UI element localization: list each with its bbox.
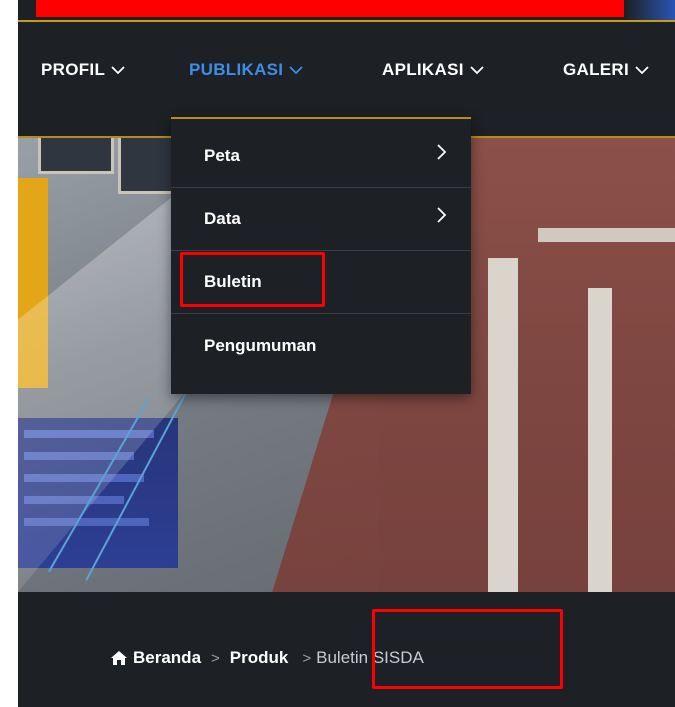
annotation-buletin-highlight — [180, 252, 325, 307]
dropdown-item-pengumuman[interactable]: Pengumuman — [171, 314, 471, 377]
chevron-down-icon — [635, 64, 649, 76]
breadcrumb-beranda[interactable]: Beranda — [133, 648, 201, 668]
nav-item-label: PROFIL — [41, 60, 106, 79]
breadcrumb-separator: > — [302, 649, 312, 667]
annotation-breadcrumb-highlight — [372, 609, 563, 689]
hero-ledge — [538, 228, 675, 242]
nav-item-label: PUBLIKASI — [189, 60, 284, 79]
dropdown-item-label: Data — [204, 209, 241, 228]
dropdown-item-peta[interactable]: Peta — [171, 125, 471, 188]
breadcrumb-separator: > — [211, 649, 220, 667]
nav-item-publikasi[interactable]: PUBLIKASI — [189, 60, 303, 80]
nav-item-aplikasi[interactable]: APLIKASI — [382, 60, 484, 80]
nav-item-profil[interactable]: PROFIL — [41, 60, 125, 80]
dropdown-item-label: Pengumuman — [204, 335, 317, 355]
hero-pillar — [588, 288, 612, 592]
hero-window — [38, 138, 114, 174]
chevron-right-icon — [435, 143, 447, 161]
chevron-down-icon — [111, 64, 125, 76]
chevron-down-icon — [289, 64, 303, 76]
chevron-right-icon — [435, 206, 447, 224]
chevron-down-icon — [470, 64, 484, 76]
annotation-top-bar — [36, 0, 624, 17]
breadcrumb-produk[interactable]: Produk — [230, 648, 289, 668]
home-icon[interactable] — [110, 650, 128, 666]
nav-item-label: APLIKASI — [382, 60, 464, 79]
nav-item-galeri[interactable]: GALERI — [563, 60, 649, 80]
nav-item-label: GALERI — [563, 60, 630, 79]
breadcrumb: Beranda > Produk > Buletin SISDA — [18, 592, 675, 707]
hero-pillar — [488, 258, 518, 592]
dropdown-item-label: Peta — [204, 146, 240, 165]
page: PROFIL PUBLIKASI APLIKASI GALERI Peta Da… — [0, 0, 675, 707]
dropdown-item-data[interactable]: Data — [171, 188, 471, 251]
top-strip-blue-edge — [625, 0, 675, 20]
